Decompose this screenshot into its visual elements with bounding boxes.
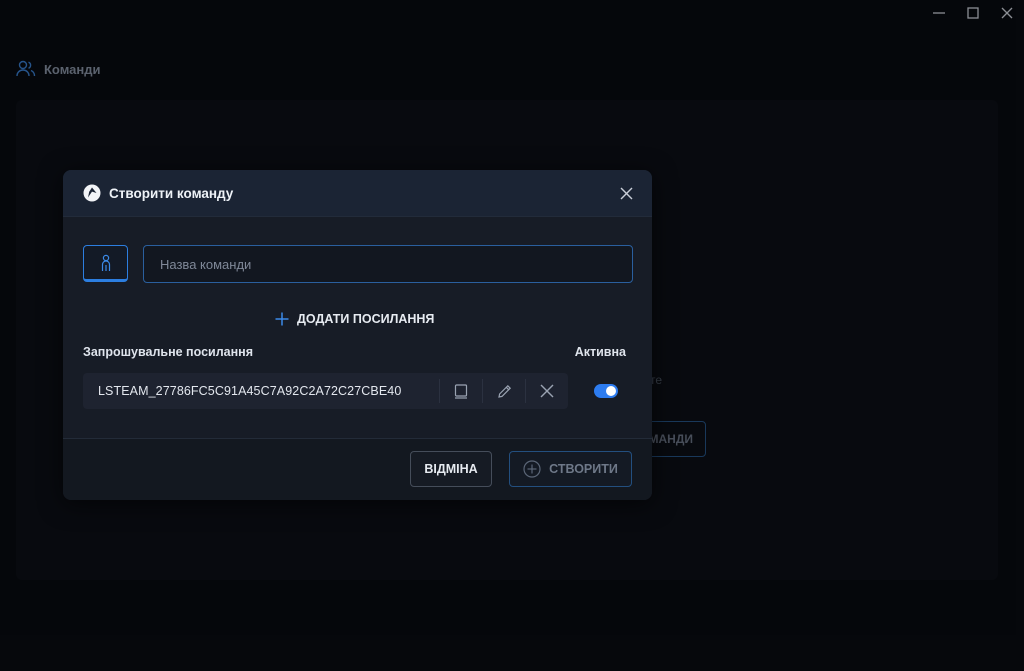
create-button[interactable]: СТВОРИТИ	[509, 451, 632, 487]
modal-footer: ВІДМІНА СТВОРИТИ	[63, 438, 652, 500]
modal-title: Створити команду	[109, 185, 234, 201]
add-link-button[interactable]: ДОДАТИ ПОСИЛАННЯ	[275, 312, 434, 326]
active-label: Активна	[574, 345, 626, 359]
toggle-knob	[606, 386, 616, 396]
user-avatar-icon	[101, 254, 110, 271]
team-avatar-button[interactable]	[83, 245, 128, 282]
delete-icon	[540, 384, 554, 398]
modal-close-button[interactable]	[618, 185, 634, 201]
create-team-modal: Створити команду ДОДАТИ ПОСИЛАННЯ Запрош…	[63, 170, 652, 500]
cancel-button[interactable]: ВІДМІНА	[410, 451, 492, 487]
edit-invite-button[interactable]	[482, 379, 525, 403]
modal-header: Створити команду	[63, 170, 652, 217]
invite-link-label: Запрошувальне посилання	[83, 345, 253, 359]
invite-code: LSTEAM_27786FC5C91A45C7A92C2A72C27CBE40	[98, 384, 402, 398]
logo-icon	[83, 184, 101, 202]
copy-icon	[454, 383, 468, 399]
plus-icon	[275, 312, 289, 326]
plus-circle-icon	[523, 460, 541, 478]
create-button-label: СТВОРИТИ	[549, 462, 618, 476]
team-name-input[interactable]	[143, 245, 633, 283]
add-link-label: ДОДАТИ ПОСИЛАННЯ	[297, 312, 435, 326]
delete-invite-button[interactable]	[525, 379, 568, 403]
copy-invite-button[interactable]	[439, 379, 482, 403]
close-icon	[620, 187, 632, 199]
invite-link-row: LSTEAM_27786FC5C91A45C7A92C2A72C27CBE40	[83, 373, 568, 409]
edit-icon	[497, 384, 511, 398]
invite-active-toggle[interactable]	[594, 384, 618, 398]
